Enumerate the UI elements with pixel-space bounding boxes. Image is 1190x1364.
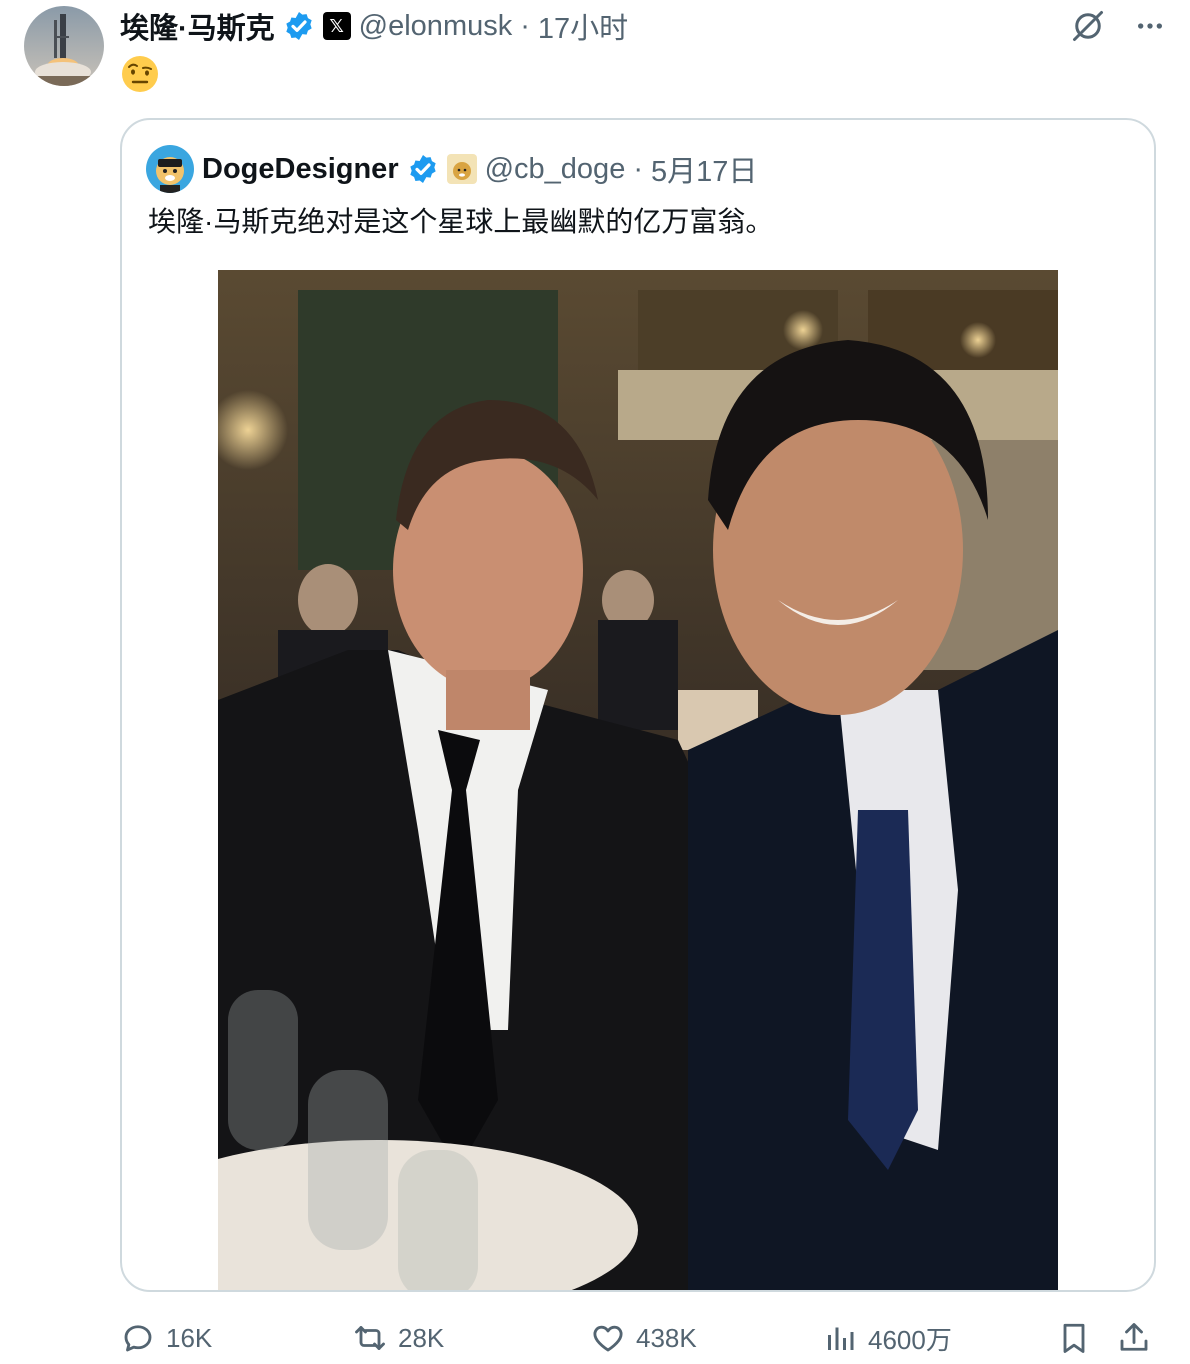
tweet-action-bar: 16K 28K 438K 4600万: [120, 1310, 1160, 1364]
verified-badge-icon: [409, 155, 436, 183]
quoted-handle[interactable]: @cb_doge: [485, 153, 626, 186]
quoted-avatar[interactable]: [146, 145, 194, 193]
heart-icon: [593, 1325, 623, 1352]
tweet-time[interactable]: 17小时: [538, 5, 628, 47]
quoted-date[interactable]: 5月17日: [651, 148, 757, 190]
reply-icon: [124, 1325, 152, 1352]
bookmark-button[interactable]: [1056, 1310, 1092, 1364]
quoted-text: 埃隆·马斯克绝对是这个星球上最幽默的亿万富翁。: [148, 206, 774, 237]
quoted-photo[interactable]: [218, 270, 1058, 1290]
repost-button[interactable]: 28K: [352, 1310, 444, 1364]
analytics-bars-icon: [828, 1327, 854, 1350]
repost-icon: [355, 1326, 385, 1350]
face-with-raised-eyebrow-icon: [122, 56, 158, 92]
x-affiliate-icon: 𝕏: [322, 12, 351, 40]
share-upload-icon: [1120, 1323, 1148, 1351]
bookmark-icon: [1063, 1323, 1085, 1353]
grok-icon: [1073, 11, 1103, 41]
more-horizontal-icon: [1138, 23, 1162, 29]
reply-count: 16K: [166, 1322, 213, 1353]
repost-count: 28K: [398, 1322, 445, 1353]
tweet-header: 埃隆·马斯克 𝕏 @elonmusk · 17小时: [120, 6, 628, 46]
tweet-top-actions: [1068, 6, 1170, 46]
quoted-author-name[interactable]: DogeDesigner: [202, 153, 399, 186]
views-button[interactable]: 4600万: [822, 1310, 952, 1364]
separator-dot: ·: [633, 152, 643, 185]
like-count: 438K: [636, 1322, 697, 1353]
separator-dot: ·: [520, 9, 530, 42]
author-avatar[interactable]: [24, 6, 104, 86]
author-name[interactable]: 埃隆·马斯克: [120, 5, 275, 47]
grok-button[interactable]: [1068, 6, 1108, 46]
like-button[interactable]: 438K: [590, 1310, 697, 1364]
quoted-header: DogeDesigner @cb_doge · 5月17日: [146, 144, 757, 194]
quoted-tweet[interactable]: DogeDesigner @cb_doge · 5月17日 埃隆·马斯克绝对是这…: [120, 118, 1156, 1292]
views-count: 4600万: [868, 1324, 952, 1355]
more-options-button[interactable]: [1130, 6, 1170, 46]
author-handle[interactable]: @elonmusk: [359, 10, 513, 43]
verified-badge-icon: [286, 12, 312, 40]
reply-button[interactable]: 16K: [120, 1310, 212, 1364]
share-button[interactable]: [1116, 1310, 1152, 1364]
doge-affiliate-icon: [446, 154, 477, 184]
